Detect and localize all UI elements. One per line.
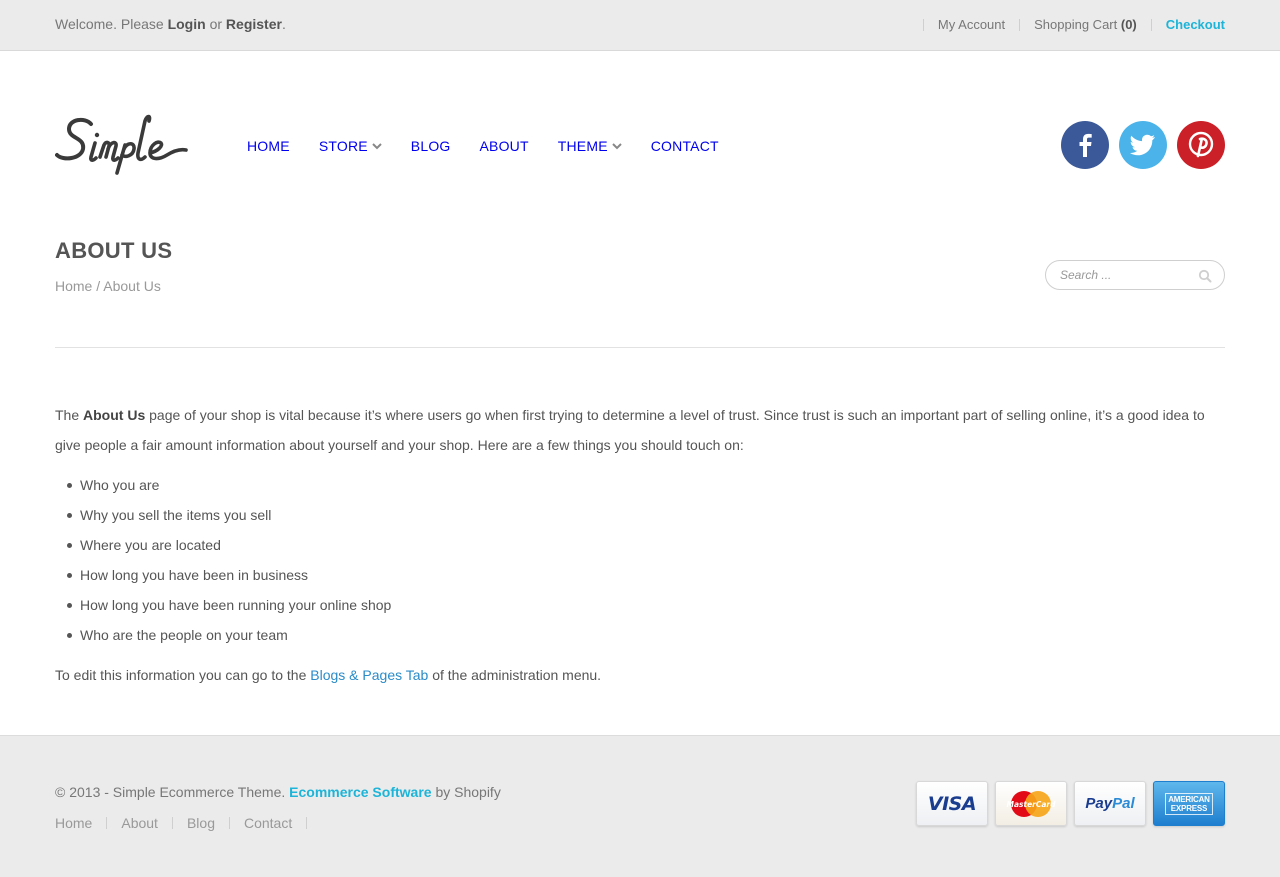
list-item: How long you have been in business: [55, 560, 1230, 590]
twitter-link[interactable]: [1119, 121, 1167, 169]
list-item: Who are the people on your team: [55, 620, 1230, 650]
breadcrumb-home-link[interactable]: Home: [55, 278, 92, 294]
pinterest-icon: [1188, 131, 1214, 158]
login-link[interactable]: Login: [168, 16, 206, 32]
logo-script: [55, 114, 188, 175]
topics-list: Who you are Why you sell the items you s…: [55, 470, 1230, 650]
nav-item-home[interactable]: HOME: [247, 138, 290, 154]
welcome-message: Welcome. Please Login or Register.: [55, 16, 286, 32]
mastercard-label: MasterCard: [1007, 800, 1057, 809]
welcome-prefix: Welcome. Please: [55, 16, 164, 32]
divider: [1019, 18, 1021, 31]
footer: © 2013 - Simple Ecommerce Theme. Ecommer…: [0, 735, 1280, 877]
list-item: How long you have been running your onli…: [55, 590, 1230, 620]
paypal-icon: PayPal: [1074, 781, 1146, 826]
chevron-down-icon: [372, 143, 382, 150]
facebook-icon: [1079, 133, 1092, 157]
search-box: [1045, 260, 1225, 290]
main-nav: HOME STORE BLOG ABOUT THEME CONTACT: [247, 138, 748, 154]
my-account-link[interactable]: My Account: [938, 17, 1005, 32]
page-content: The About Us page of your shop is vital …: [55, 400, 1230, 690]
list-item: Why you sell the items you sell: [55, 500, 1230, 530]
site-logo[interactable]: [55, 113, 191, 175]
breadcrumb: Home / About Us: [55, 278, 161, 294]
divider: [1150, 18, 1152, 31]
footer-link-contact[interactable]: Contact: [244, 815, 292, 831]
footer-links: Home About Blog Contact: [55, 815, 321, 831]
mastercard-icon: MasterCard: [995, 781, 1067, 826]
edit-paragraph: To edit this information you can go to t…: [55, 667, 602, 683]
pinterest-link[interactable]: [1177, 121, 1225, 169]
social-links: [1061, 121, 1225, 169]
footer-link-home[interactable]: Home: [55, 815, 92, 831]
account-links: My Account Shopping Cart (0) Checkout: [909, 17, 1225, 32]
twitter-icon: [1130, 134, 1155, 156]
or-text: or: [209, 16, 223, 32]
register-link[interactable]: Register: [226, 16, 282, 32]
divider: [306, 817, 308, 829]
nav-item-blog[interactable]: BLOG: [411, 138, 451, 154]
search-icon[interactable]: [1198, 269, 1212, 283]
visa-card-icon: VISA: [916, 781, 988, 826]
top-bar: Welcome. Please Login or Register. My Ac…: [0, 0, 1280, 51]
divider: [228, 817, 230, 829]
footer-link-blog[interactable]: Blog: [187, 815, 215, 831]
divider: [106, 817, 108, 829]
page-title: ABOUT US: [55, 238, 173, 263]
checkout-link[interactable]: Checkout: [1166, 17, 1225, 32]
divider: [171, 817, 173, 829]
breadcrumb-separator: /: [96, 278, 101, 294]
payment-methods: VISA MasterCard PayPal AMERICAN EXPRESS: [916, 781, 1225, 826]
ecommerce-software-link[interactable]: Ecommerce Software: [289, 784, 431, 800]
amex-card-icon: AMERICAN EXPRESS: [1153, 781, 1225, 826]
divider: [922, 18, 924, 31]
header-divider: [55, 347, 1225, 348]
cart-count: (0): [1120, 17, 1137, 32]
shopping-cart-link[interactable]: Shopping Cart (0): [1034, 17, 1137, 32]
breadcrumb-current: About Us: [103, 278, 161, 294]
nav-item-theme[interactable]: THEME: [558, 138, 622, 154]
search-input[interactable]: [1060, 268, 1190, 282]
copyright: © 2013 - Simple Ecommerce Theme. Ecommer…: [55, 784, 501, 800]
nav-item-store[interactable]: STORE: [319, 138, 382, 154]
nav-item-contact[interactable]: CONTACT: [651, 138, 719, 154]
list-item: Who you are: [55, 470, 1230, 500]
blogs-pages-tab-link[interactable]: Blogs & Pages Tab: [310, 667, 428, 683]
intro-bold: About Us: [83, 407, 146, 423]
facebook-link[interactable]: [1061, 121, 1109, 169]
chevron-down-icon: [612, 143, 622, 150]
intro-paragraph: The About Us page of your shop is vital …: [55, 407, 1205, 453]
nav-item-about[interactable]: ABOUT: [480, 138, 529, 154]
footer-link-about[interactable]: About: [121, 815, 158, 831]
welcome-period: .: [281, 16, 286, 32]
list-item: Where you are located: [55, 530, 1230, 560]
